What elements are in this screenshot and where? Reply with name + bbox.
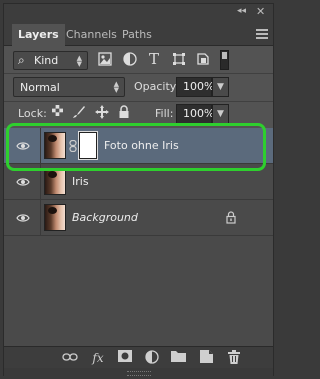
divider: [4, 101, 273, 102]
new-group-icon[interactable]: [170, 350, 186, 366]
close-panel-button[interactable]: ✕: [256, 5, 265, 18]
tab-channels[interactable]: Channels: [60, 24, 123, 46]
adjustment-filter-icon[interactable]: [122, 52, 138, 68]
panel-menu-icon[interactable]: [256, 29, 268, 40]
lock-label: Lock:: [18, 107, 47, 120]
lock-icon: [226, 211, 236, 224]
type-filter-icon[interactable]: T: [146, 51, 162, 67]
fill-label: Fill:: [155, 107, 174, 120]
fill-input[interactable]: 100%: [176, 104, 214, 124]
lock-position-icon[interactable]: [94, 105, 110, 121]
opacity-label: Opacity:: [134, 80, 180, 93]
fx-icon[interactable]: fx: [90, 350, 106, 366]
layer-thumbnail[interactable]: [44, 168, 66, 195]
layer-row-background[interactable]: Background: [4, 200, 273, 236]
kind-filter-select[interactable]: ⌕ Kind ▲ ▼: [13, 51, 88, 70]
collapse-panel-button[interactable]: ◂◂: [237, 6, 246, 16]
panel-title-bar: ◂◂ ✕: [4, 4, 273, 24]
pixel-filter-icon[interactable]: [97, 52, 113, 68]
tab-layers[interactable]: Layers: [12, 24, 65, 46]
new-layer-icon[interactable]: [198, 350, 214, 366]
select-arrows-icon: ▲ ▼: [113, 80, 119, 94]
resize-grip[interactable]: [4, 368, 273, 377]
blend-mode-value: Normal: [20, 81, 60, 94]
layer-name[interactable]: Background: [72, 211, 138, 224]
layer-thumbnail[interactable]: [44, 204, 66, 231]
panel-tabs: Layers Channels Paths: [4, 24, 273, 46]
smart-object-filter-icon[interactable]: [195, 52, 211, 68]
divider: [4, 73, 273, 74]
kind-filter-label: Kind: [34, 54, 59, 67]
layers-bottom-toolbar: fx: [4, 346, 273, 368]
adjustment-layer-icon[interactable]: [144, 350, 160, 366]
layer-name[interactable]: Iris: [72, 175, 89, 188]
divider: [40, 200, 41, 235]
search-icon: ⌕: [18, 53, 25, 67]
filter-toggle-icon[interactable]: [220, 50, 229, 70]
visibility-eye-icon[interactable]: [16, 175, 30, 189]
blend-mode-select[interactable]: Normal ▲ ▼: [13, 77, 125, 97]
delete-layer-icon[interactable]: [226, 350, 242, 366]
opacity-input[interactable]: 100%: [176, 77, 214, 97]
add-mask-icon[interactable]: [117, 350, 133, 366]
shape-filter-icon[interactable]: [171, 52, 187, 68]
lock-all-icon[interactable]: [116, 105, 132, 121]
fill-dropdown-button[interactable]: ▼: [212, 104, 229, 124]
lock-transparent-icon[interactable]: [50, 105, 64, 121]
layers-panel: ◂◂ ✕ Layers Channels Paths ⌕ Kind ▲ ▼ T N…: [3, 3, 274, 377]
opacity-dropdown-button[interactable]: ▼: [212, 77, 229, 97]
visibility-eye-icon[interactable]: [16, 211, 30, 225]
link-layers-icon[interactable]: [62, 350, 78, 366]
tab-paths[interactable]: Paths: [116, 24, 158, 46]
select-arrows-icon: ▲ ▼: [76, 54, 82, 68]
selection-highlight-outline: [6, 123, 266, 171]
lock-image-icon[interactable]: [71, 105, 87, 121]
